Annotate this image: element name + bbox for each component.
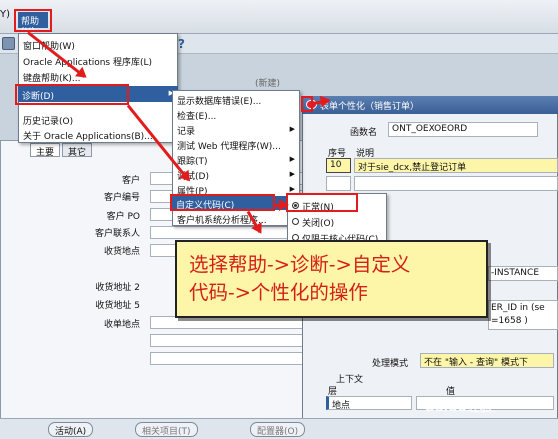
arrow-custom-to-normal bbox=[275, 199, 289, 211]
bottom-button-bar: 活动(A) 相关项目(T) 配置器(O) bbox=[0, 418, 558, 439]
menubar-prefix: Y) bbox=[0, 9, 11, 20]
annotation-line-2: 代码->个性化的操作 bbox=[189, 281, 368, 304]
condition-sql-field[interactable]: ER_ID in (se =1658 ) bbox=[488, 300, 558, 330]
instruction-annotation: 选择帮助->诊断->自定义 代码->个性化的操作 bbox=[175, 240, 488, 318]
field-b[interactable] bbox=[150, 352, 310, 365]
label-ship-addr2: 收货地址 2 bbox=[95, 283, 140, 293]
personalization-title: 表单个性化（销售订单） bbox=[302, 96, 558, 114]
watermark: Baidu经验 bbox=[425, 400, 493, 415]
label-ship-to: 收货地点 bbox=[103, 247, 140, 257]
related-items-button[interactable]: 相关项目(T) bbox=[135, 422, 198, 437]
function-field[interactable]: ONT_OEXOEORD bbox=[388, 122, 538, 137]
condition-sql-line2: =1658 ) bbox=[491, 316, 528, 326]
radio-off-icon[interactable] bbox=[292, 218, 299, 225]
menu-test-web-agent[interactable]: 测试 Web 代理程序(W)... bbox=[177, 139, 281, 152]
tab-main[interactable]: 主要 bbox=[30, 143, 61, 158]
debug-arrow-icon: ▶ bbox=[289, 170, 295, 178]
mode-select[interactable]: 不在 "输入 - 查询" 模式下 bbox=[420, 353, 554, 368]
configurator-button[interactable]: 配置器(O) bbox=[250, 422, 306, 437]
level-field[interactable]: 地点 bbox=[326, 396, 412, 411]
menu-about[interactable]: 关于 Oracle Applications(B)... bbox=[23, 129, 153, 142]
condition-sql-line1: ER_ID in (se bbox=[491, 303, 545, 313]
highlight-help bbox=[14, 9, 52, 32]
seq-field[interactable]: 10 bbox=[326, 158, 351, 173]
menu-history[interactable]: 历史记录(O) bbox=[23, 114, 73, 127]
function-label: 函数名 bbox=[350, 128, 378, 138]
highlight-normal bbox=[286, 193, 358, 212]
toolbar-icon[interactable] bbox=[2, 37, 15, 50]
menu-keyboard-help[interactable]: 键盘帮助(K)... bbox=[23, 71, 81, 84]
seq-field-2[interactable] bbox=[326, 176, 351, 191]
properties-arrow-icon: ▶ bbox=[289, 185, 295, 193]
highlight-diagnostics bbox=[15, 84, 129, 105]
annotation-line-1: 选择帮助->诊断->自定义 bbox=[189, 253, 411, 276]
activity-button[interactable]: 活动(A) bbox=[48, 422, 94, 437]
trace-arrow-icon: ▶ bbox=[289, 155, 295, 163]
label-customer-number: 客户编号 bbox=[103, 193, 140, 203]
field-a[interactable] bbox=[150, 334, 310, 347]
label-customer-po: 客户 PO bbox=[106, 212, 140, 222]
desc-field-2[interactable] bbox=[354, 176, 558, 191]
new-tag: (新建) bbox=[255, 79, 281, 89]
tab-other[interactable]: 其它 bbox=[62, 143, 93, 158]
mode-label: 处理模式 bbox=[372, 359, 409, 369]
menu-show-db-errors[interactable]: 显示数据库错误(E)... bbox=[177, 94, 261, 107]
condition-field[interactable]: -INSTANCE bbox=[488, 266, 558, 281]
label-bill-to: 收单地点 bbox=[103, 320, 140, 330]
menu-trace[interactable]: 跟踪(T) bbox=[177, 154, 208, 167]
menu-logging[interactable]: 记录 bbox=[177, 124, 195, 137]
highlight-window-icon bbox=[301, 96, 313, 112]
contact-field[interactable] bbox=[150, 226, 310, 239]
label-contact: 客户联系人 bbox=[94, 229, 140, 239]
highlight-custom-code bbox=[170, 194, 275, 211]
context-label: 上下文 bbox=[336, 375, 364, 385]
label-ship-addr5: 收货地址 5 bbox=[95, 301, 140, 311]
menu-examine[interactable]: 检查(E)... bbox=[177, 109, 216, 122]
option-off[interactable]: 关闭(O) bbox=[302, 216, 334, 229]
help-icon[interactable]: ? bbox=[178, 37, 191, 51]
label-customer: 客户 bbox=[121, 176, 140, 186]
menu-oracle-library[interactable]: Oracle Applications 程序库(L) bbox=[23, 55, 152, 68]
desc-field[interactable]: 对于sie_dcx,禁止登记订单 bbox=[354, 158, 558, 173]
logging-arrow-icon: ▶ bbox=[289, 125, 295, 133]
menubar: Y) bbox=[0, 0, 558, 34]
